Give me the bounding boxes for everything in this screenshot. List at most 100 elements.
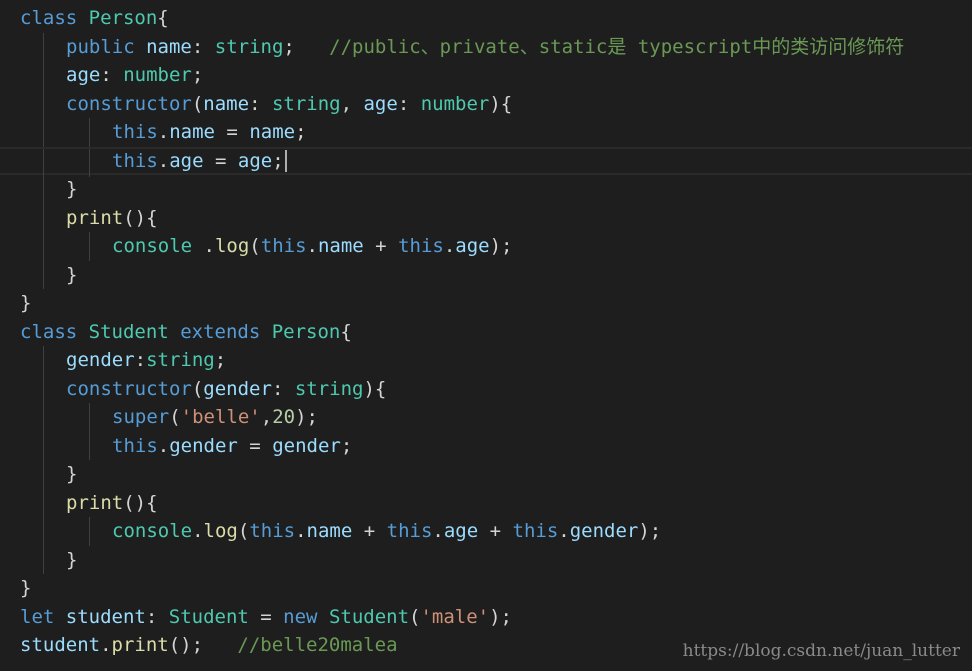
code-text: console .log(this.name + this.age); <box>112 232 513 261</box>
code-token: ); <box>489 235 513 257</box>
code-line[interactable]: print(){ <box>0 203 972 233</box>
indent-guide <box>43 460 44 489</box>
code-line[interactable]: age: number; <box>0 61 972 90</box>
indent-guide <box>43 89 44 118</box>
code-line[interactable]: } <box>0 574 972 603</box>
code-token: = <box>214 121 250 143</box>
code-token: //belle20malea <box>237 634 398 656</box>
code-token: = <box>248 605 284 628</box>
code-token: { <box>157 7 169 29</box>
code-token: } <box>66 548 78 571</box>
code-line[interactable]: this.gender = gender; <box>0 431 972 460</box>
code-text: } <box>66 175 77 204</box>
code-token: } <box>66 178 78 200</box>
code-token: } <box>66 463 78 485</box>
code-token: ; <box>295 121 307 143</box>
code-line[interactable]: constructor(name: string, age: number){ <box>0 89 972 119</box>
code-line[interactable]: gender:string; <box>0 346 972 375</box>
code-token: Person <box>88 7 158 29</box>
code-token: ( <box>249 235 261 257</box>
code-token: log <box>214 235 250 257</box>
text-cursor <box>284 150 287 172</box>
code-token: . <box>432 520 444 542</box>
indent-guide <box>43 118 44 147</box>
code-text: this.age = age; <box>112 149 287 174</box>
code-token: . <box>558 520 570 542</box>
code-token: = <box>237 434 273 457</box>
code-token: name <box>146 35 192 58</box>
code-line[interactable]: } <box>0 260 972 289</box>
code-text: console.log(this.name + this.age + this.… <box>112 517 661 546</box>
code-text: } <box>20 574 31 603</box>
code-token: ; <box>272 149 284 172</box>
code-token: extends <box>180 320 261 343</box>
code-token: + <box>363 235 399 257</box>
code-token: 'male' <box>420 605 490 628</box>
code-token: ; <box>340 434 353 457</box>
code-line[interactable]: super('belle',20); <box>0 403 972 432</box>
code-token: student <box>20 634 101 656</box>
code-token: ; <box>283 35 330 58</box>
indent-guide <box>43 61 44 90</box>
code-line[interactable]: this.age = age; <box>0 146 972 177</box>
code-token: : <box>397 92 421 115</box>
code-token: age <box>455 235 490 257</box>
code-token: ; <box>191 64 204 86</box>
indent-guide <box>43 403 44 432</box>
code-token: . <box>157 149 170 172</box>
code-token: 'belle' <box>180 406 261 428</box>
code-token: gender <box>569 520 639 542</box>
indent-guide <box>89 232 90 261</box>
code-token: print <box>66 491 124 514</box>
code-line[interactable]: class Student extends Person{ <box>0 318 972 347</box>
indent-guide <box>43 32 44 61</box>
code-text: this.name = name; <box>112 118 307 147</box>
code-token: ){ <box>489 92 513 115</box>
code-line[interactable]: } <box>0 460 972 489</box>
code-token: name <box>317 235 364 257</box>
indent-guide <box>43 260 44 289</box>
code-text: let student: Student = new Student('male… <box>20 603 512 632</box>
code-line[interactable]: let student: Student = new Student('male… <box>0 603 972 632</box>
code-line[interactable]: public name: string; //public、private、st… <box>0 32 972 61</box>
code-token: name <box>169 121 215 143</box>
code-token: 20 <box>272 406 296 428</box>
code-text: } <box>20 289 31 318</box>
code-text: } <box>66 460 77 489</box>
code-token: age <box>169 149 204 172</box>
indent-guide <box>89 118 90 147</box>
code-editor[interactable]: class Person{public name: string; //publ… <box>0 0 972 671</box>
code-token: } <box>66 263 78 286</box>
code-token: : <box>249 92 272 115</box>
code-token: string <box>146 349 215 371</box>
code-line[interactable]: console.log(this.name + this.age + this.… <box>0 517 972 546</box>
code-token: console <box>112 520 193 542</box>
code-token: ; <box>214 349 227 371</box>
code-token: name <box>203 92 250 115</box>
code-token: super <box>112 406 170 428</box>
code-line[interactable]: console .log(this.name + this.age); <box>0 232 972 261</box>
code-token: class <box>20 320 78 343</box>
code-text: } <box>66 546 77 575</box>
code-line[interactable]: this.name = name; <box>0 118 972 147</box>
code-line[interactable]: } <box>0 175 972 204</box>
code-text: class Student extends Person{ <box>20 318 352 347</box>
code-line[interactable]: } <box>0 545 972 575</box>
code-token: print <box>111 634 169 656</box>
code-line[interactable]: class Person{ <box>0 4 972 33</box>
code-line[interactable]: } <box>0 289 972 318</box>
code-token: . <box>443 235 456 257</box>
code-token: string <box>294 377 364 400</box>
code-text: constructor(name: string, age: number){ <box>66 90 512 119</box>
code-token: class <box>20 7 78 29</box>
code-token: ( <box>191 92 204 115</box>
code-line[interactable]: constructor(gender: string){ <box>0 374 972 403</box>
code-line[interactable]: print(){ <box>0 488 972 517</box>
code-token: this <box>112 121 158 143</box>
code-text: print(){ <box>66 204 158 233</box>
